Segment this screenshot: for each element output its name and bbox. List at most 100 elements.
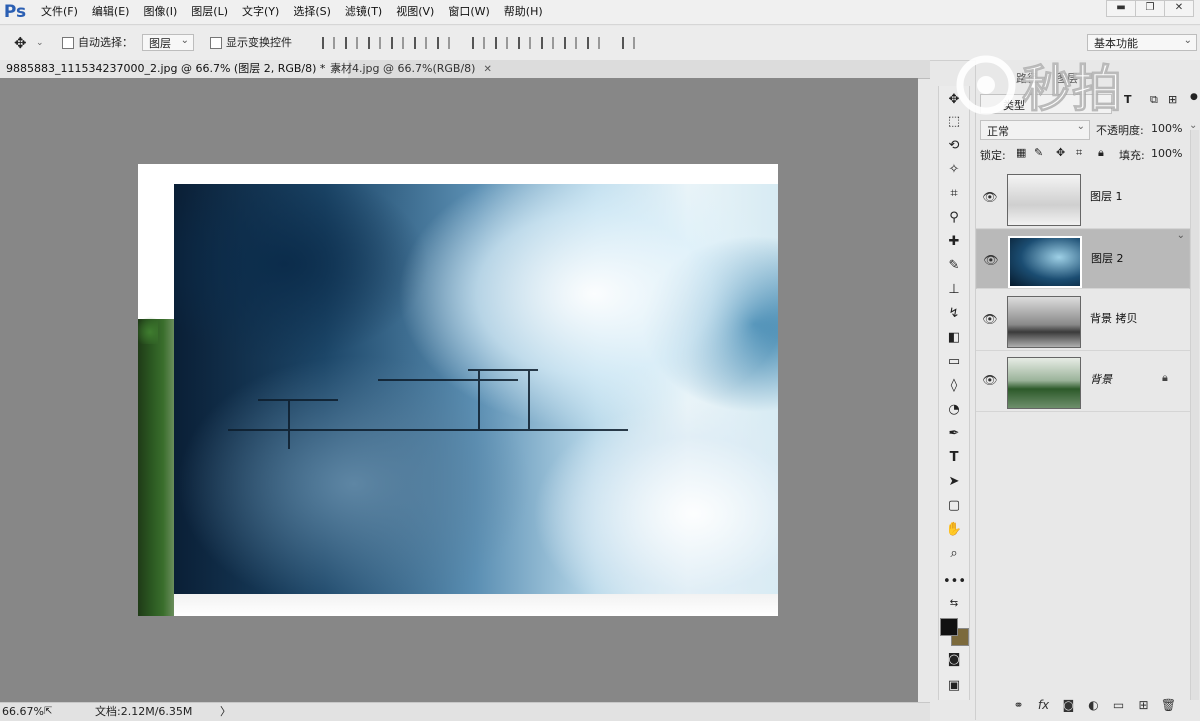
magic-wand-tool-icon[interactable]: ✧ [943, 160, 965, 180]
eraser-tool-icon[interactable]: ◧ [943, 328, 965, 348]
more-tools-icon[interactable]: ••• [943, 572, 966, 592]
close-tab-icon[interactable]: ✕ [483, 64, 491, 75]
align-hcenter-icon[interactable] [414, 37, 427, 49]
restore-button[interactable]: ❐ [1135, 0, 1165, 17]
mask-icon[interactable]: ◙ [1056, 698, 1081, 716]
healing-brush-tool-icon[interactable]: ✚ [943, 232, 965, 252]
menu-edit[interactable]: 编辑(E) [85, 0, 137, 24]
lock-transparent-icon[interactable]: ▦ [1016, 146, 1026, 159]
align-right-icon[interactable] [437, 37, 450, 49]
align-left-icon[interactable] [391, 37, 404, 49]
eyedropper-tool-icon[interactable]: ⚲ [943, 208, 965, 228]
align-top-icon[interactable] [322, 37, 335, 49]
menu-file[interactable]: 文件(F) [34, 0, 85, 24]
fx-icon[interactable]: fx [1031, 698, 1056, 716]
layers-panel: 路径 图层 类型 T ⧉ ⊞ ● 正常 ⌄ 不透明度: 100% ⌄ 锁定: ▦… [975, 60, 1200, 720]
tool-preset-chevron-icon[interactable]: ⌄ [36, 26, 44, 60]
pen-tool-icon[interactable]: ✒ [943, 424, 965, 444]
dodge-tool-icon[interactable]: ◔ [943, 400, 965, 420]
distribute-left-icon[interactable] [541, 37, 554, 49]
layer-name[interactable]: 背景 拷贝 [1090, 310, 1138, 326]
visibility-eye-icon[interactable]: 👁︎ [982, 190, 998, 204]
document-canvas[interactable] [138, 164, 778, 616]
lasso-tool-icon[interactable]: ⟲ [943, 136, 965, 156]
layer-row-background[interactable]: 👁︎ 背景 🔒︎ [976, 351, 1190, 412]
menu-select[interactable]: 选择(S) [286, 0, 338, 24]
group-folder-icon[interactable]: ▭ [1106, 698, 1131, 716]
distribute-top-icon[interactable] [472, 37, 485, 49]
align-controls [322, 26, 645, 60]
layer-row-layer-2[interactable]: 👁︎ 图层 2 [976, 227, 1190, 289]
history-brush-tool-icon[interactable]: ↯ [943, 304, 965, 324]
swap-colors-icon[interactable]: ⇆ [943, 594, 965, 614]
tab-document-1[interactable]: 9885883_111534237000_2.jpg @ 66.7% (图层 2… [0, 60, 348, 78]
menu-help[interactable]: 帮助(H) [497, 0, 550, 24]
menu-bar: Ps 文件(F) 编辑(E) 图像(I) 图层(L) 文字(Y) 选择(S) 滤… [0, 0, 1200, 25]
hand-tool-icon[interactable]: ✋ [943, 520, 965, 540]
visibility-eye-icon[interactable]: 👁︎ [982, 373, 998, 387]
layer-thumbnail [1007, 357, 1081, 409]
smart-object-filter-icon[interactable]: ⊞ [1168, 93, 1177, 106]
show-transform-checkbox[interactable] [210, 37, 222, 49]
layer-row-layer-1[interactable]: 👁︎ 图层 1 [976, 168, 1190, 229]
menu-layer[interactable]: 图层(L) [184, 0, 235, 24]
shape-filter-icon[interactable]: ⧉ [1150, 93, 1158, 107]
menu-type[interactable]: 文字(Y) [235, 0, 286, 24]
distribute-right-icon[interactable] [587, 37, 600, 49]
lock-artboard-icon[interactable]: ⌗ [1076, 146, 1082, 160]
status-menu-chevron-icon[interactable]: 〉 [220, 703, 231, 721]
share-icon[interactable]: ⇱ [44, 703, 52, 721]
lock-all-icon[interactable]: 🔒︎ [1098, 146, 1104, 160]
menu-filter[interactable]: 滤镜(T) [338, 0, 389, 24]
adjustment-icon[interactable]: ◐ [1081, 698, 1106, 716]
new-layer-icon[interactable]: ⊞ [1131, 698, 1156, 716]
filter-toggle-icon[interactable]: ● [1190, 92, 1198, 102]
foreground-color-swatch[interactable] [940, 618, 958, 636]
shape-tool-icon[interactable]: ▢ [943, 496, 965, 516]
move-tool-icon[interactable]: ✥ [14, 26, 27, 60]
menu-window[interactable]: 窗口(W) [441, 0, 496, 24]
document-tabs: 9885883_111534237000_2.jpg @ 66.7% (图层 2… [0, 60, 930, 79]
panel-scrollbar[interactable] [1190, 130, 1199, 700]
auto-select-option[interactable]: 自动选择： [62, 26, 133, 60]
menu-view[interactable]: 视图(V) [389, 0, 441, 24]
fill-value[interactable]: 100% [1151, 147, 1182, 160]
crop-tool-icon[interactable]: ⌗ [943, 184, 965, 204]
tab-document-2[interactable]: 素材4.jpg @ 66.7%(RGB/8) ✕ [324, 60, 498, 78]
close-button[interactable]: ✕ [1164, 0, 1194, 17]
blend-mode-dropdown[interactable]: 正常 ⌄ [980, 120, 1090, 140]
blur-tool-icon[interactable]: ◊ [943, 376, 965, 396]
distribute-vcenter-icon[interactable] [495, 37, 508, 49]
brush-tool-icon[interactable]: ✎ [943, 256, 965, 276]
layer-row-background-copy[interactable]: 👁︎ 背景 拷贝 [976, 290, 1190, 351]
layer-name[interactable]: 图层 2 [1091, 250, 1124, 267]
screen-mode-icon[interactable]: ▣ [943, 676, 965, 696]
show-transform-option[interactable]: 显示变换控件 [210, 26, 292, 60]
quick-mask-icon[interactable]: ◙ [943, 650, 965, 670]
align-bottom-icon[interactable] [368, 37, 381, 49]
clone-stamp-tool-icon[interactable]: ⊥ [943, 280, 965, 300]
auto-select-dropdown[interactable]: 图层 [142, 32, 194, 51]
path-selection-tool-icon[interactable]: ➤ [943, 472, 965, 492]
opacity-value[interactable]: 100% [1151, 122, 1182, 135]
auto-select-checkbox[interactable] [62, 37, 74, 49]
lock-position-icon[interactable]: ✥ [1056, 146, 1065, 159]
minimize-button[interactable]: ▬ [1106, 0, 1136, 17]
zoom-tool-icon[interactable]: ⌕ [943, 544, 965, 564]
visibility-eye-icon[interactable]: 👁︎ [982, 312, 998, 326]
blend-mode-value: 正常 [987, 125, 1009, 138]
link-icon[interactable]: ⚭ [1006, 698, 1031, 716]
distribute-hcenter-icon[interactable] [564, 37, 577, 49]
type-tool-icon[interactable]: T [943, 448, 965, 468]
layer-name[interactable]: 图层 1 [1090, 188, 1123, 204]
trash-icon[interactable]: 🗑︎ [1156, 698, 1181, 716]
layer-name[interactable]: 背景 [1090, 371, 1112, 387]
zoom-level[interactable]: 66.67% [2, 703, 44, 721]
lock-image-icon[interactable]: ✎ [1034, 146, 1043, 159]
auto-align-icon[interactable] [622, 37, 635, 49]
align-vcenter-icon[interactable] [345, 37, 358, 49]
gradient-tool-icon[interactable]: ▭ [943, 352, 965, 372]
visibility-eye-icon[interactable]: 👁︎ [983, 252, 999, 267]
distribute-bottom-icon[interactable] [518, 37, 531, 49]
menu-image[interactable]: 图像(I) [136, 0, 184, 24]
